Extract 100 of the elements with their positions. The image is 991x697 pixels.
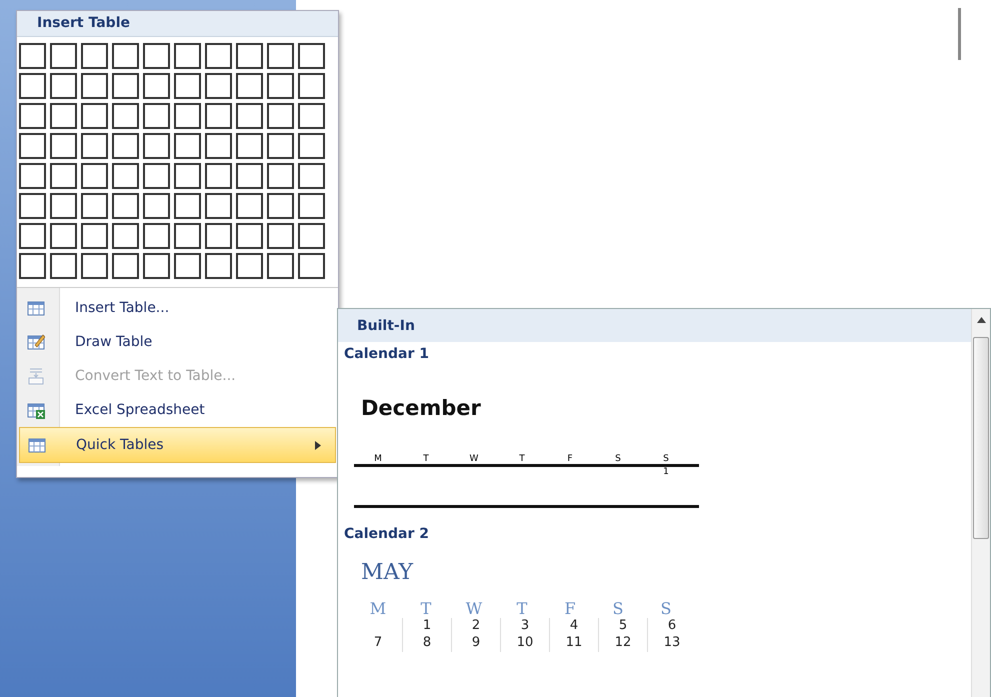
grid-cell[interactable] bbox=[205, 73, 232, 99]
grid-cell[interactable] bbox=[205, 253, 232, 279]
grid-cell[interactable] bbox=[174, 163, 201, 189]
grid-cell[interactable] bbox=[143, 223, 170, 249]
grid-cell[interactable] bbox=[236, 73, 263, 99]
gallery-item-title[interactable]: Calendar 2 bbox=[338, 522, 971, 546]
grid-cell[interactable] bbox=[112, 223, 139, 249]
grid-cell[interactable] bbox=[143, 103, 170, 129]
pencil-table-icon bbox=[27, 333, 45, 351]
grid-cell[interactable] bbox=[298, 223, 325, 249]
grid-cell[interactable] bbox=[19, 163, 46, 189]
grid-cell[interactable] bbox=[50, 163, 77, 189]
grid-cell[interactable] bbox=[267, 253, 294, 279]
grid-cell[interactable] bbox=[174, 133, 201, 159]
grid-cell[interactable] bbox=[81, 163, 108, 189]
menu-item[interactable]: Insert Table... bbox=[19, 291, 336, 325]
grid-cell[interactable] bbox=[236, 253, 263, 279]
grid-cell[interactable] bbox=[112, 133, 139, 159]
grid-cell[interactable] bbox=[298, 193, 325, 219]
grid-cell[interactable] bbox=[50, 103, 77, 129]
grid-cell[interactable] bbox=[50, 73, 77, 99]
grid-cell[interactable] bbox=[81, 133, 108, 159]
grid-cell[interactable] bbox=[112, 163, 139, 189]
scroll-thumb[interactable] bbox=[973, 337, 989, 539]
menu-item[interactable]: Draw Table bbox=[19, 325, 336, 359]
grid-cell[interactable] bbox=[81, 193, 108, 219]
grid-cell[interactable] bbox=[236, 133, 263, 159]
grid-cell[interactable] bbox=[50, 193, 77, 219]
grid-cell[interactable] bbox=[174, 193, 201, 219]
grid-cell[interactable] bbox=[19, 133, 46, 159]
menu-item[interactable]: Quick Tables bbox=[19, 427, 336, 463]
grid-cell[interactable] bbox=[236, 43, 263, 69]
grid-cell[interactable] bbox=[112, 253, 139, 279]
grid-cell[interactable] bbox=[19, 103, 46, 129]
grid-cell[interactable] bbox=[267, 133, 294, 159]
grid-cell[interactable] bbox=[81, 73, 108, 99]
grid-cell[interactable] bbox=[81, 223, 108, 249]
grid-cell[interactable] bbox=[174, 223, 201, 249]
gallery-item-title[interactable]: Calendar 1 bbox=[338, 342, 971, 366]
grid-cell[interactable] bbox=[143, 43, 170, 69]
grid-cell[interactable] bbox=[174, 253, 201, 279]
grid-cell[interactable] bbox=[267, 73, 294, 99]
grid-cell[interactable] bbox=[205, 163, 232, 189]
grid-cell[interactable] bbox=[174, 103, 201, 129]
grid-cell[interactable] bbox=[19, 193, 46, 219]
grid-cell[interactable] bbox=[267, 193, 294, 219]
grid-cell[interactable] bbox=[236, 163, 263, 189]
grid-cell[interactable] bbox=[50, 133, 77, 159]
grid-cell[interactable] bbox=[81, 103, 108, 129]
grid-cell[interactable] bbox=[298, 133, 325, 159]
menu-item[interactable]: Excel Spreadsheet bbox=[19, 393, 336, 427]
weekday-label: S bbox=[660, 599, 672, 618]
grid-cell[interactable] bbox=[81, 253, 108, 279]
grid-cell[interactable] bbox=[267, 163, 294, 189]
grid-cell[interactable] bbox=[298, 73, 325, 99]
grid-cell[interactable] bbox=[205, 223, 232, 249]
grid-cell[interactable] bbox=[267, 103, 294, 129]
grid-cell[interactable] bbox=[205, 103, 232, 129]
scroll-up-icon[interactable] bbox=[976, 317, 986, 323]
grid-cell[interactable] bbox=[19, 43, 46, 69]
grid-cell[interactable] bbox=[298, 163, 325, 189]
grid-cell[interactable] bbox=[174, 43, 201, 69]
calendar-month: December bbox=[360, 395, 482, 420]
grid-cell[interactable] bbox=[19, 253, 46, 279]
grid-cell[interactable] bbox=[112, 103, 139, 129]
weekday-label: S bbox=[612, 599, 624, 618]
grid-cell[interactable] bbox=[236, 193, 263, 219]
scrollbar[interactable] bbox=[971, 309, 990, 697]
grid-cell[interactable] bbox=[205, 133, 232, 159]
grid-cell[interactable] bbox=[50, 43, 77, 69]
grid-cell[interactable] bbox=[19, 223, 46, 249]
weekday-label: T bbox=[420, 599, 432, 618]
grid-cell[interactable] bbox=[143, 163, 170, 189]
submenu-arrow-icon bbox=[315, 440, 321, 450]
grid-cell[interactable] bbox=[81, 43, 108, 69]
grid-cell[interactable] bbox=[143, 253, 170, 279]
grid-cell[interactable] bbox=[143, 193, 170, 219]
grid-cell[interactable] bbox=[236, 103, 263, 129]
weekday-label: F bbox=[566, 454, 574, 464]
grid-cell[interactable] bbox=[298, 43, 325, 69]
grid-cell[interactable] bbox=[50, 223, 77, 249]
grid-cell[interactable] bbox=[205, 193, 232, 219]
grid-cell[interactable] bbox=[267, 43, 294, 69]
grid-cell[interactable] bbox=[174, 73, 201, 99]
day-number: 11 bbox=[566, 635, 582, 650]
grid-cell[interactable] bbox=[19, 73, 46, 99]
spreadsheet-icon bbox=[27, 401, 45, 419]
grid-cell[interactable] bbox=[143, 73, 170, 99]
grid-cell[interactable] bbox=[267, 223, 294, 249]
grid-cell[interactable] bbox=[112, 73, 139, 99]
grid-cell[interactable] bbox=[236, 223, 263, 249]
grid-cell[interactable] bbox=[112, 193, 139, 219]
grid-cell[interactable] bbox=[50, 253, 77, 279]
table-icon bbox=[28, 436, 46, 454]
day-number: 8 bbox=[422, 635, 432, 650]
grid-cell[interactable] bbox=[298, 103, 325, 129]
grid-cell[interactable] bbox=[298, 253, 325, 279]
grid-cell[interactable] bbox=[143, 133, 170, 159]
grid-cell[interactable] bbox=[205, 43, 232, 69]
grid-cell[interactable] bbox=[112, 43, 139, 69]
